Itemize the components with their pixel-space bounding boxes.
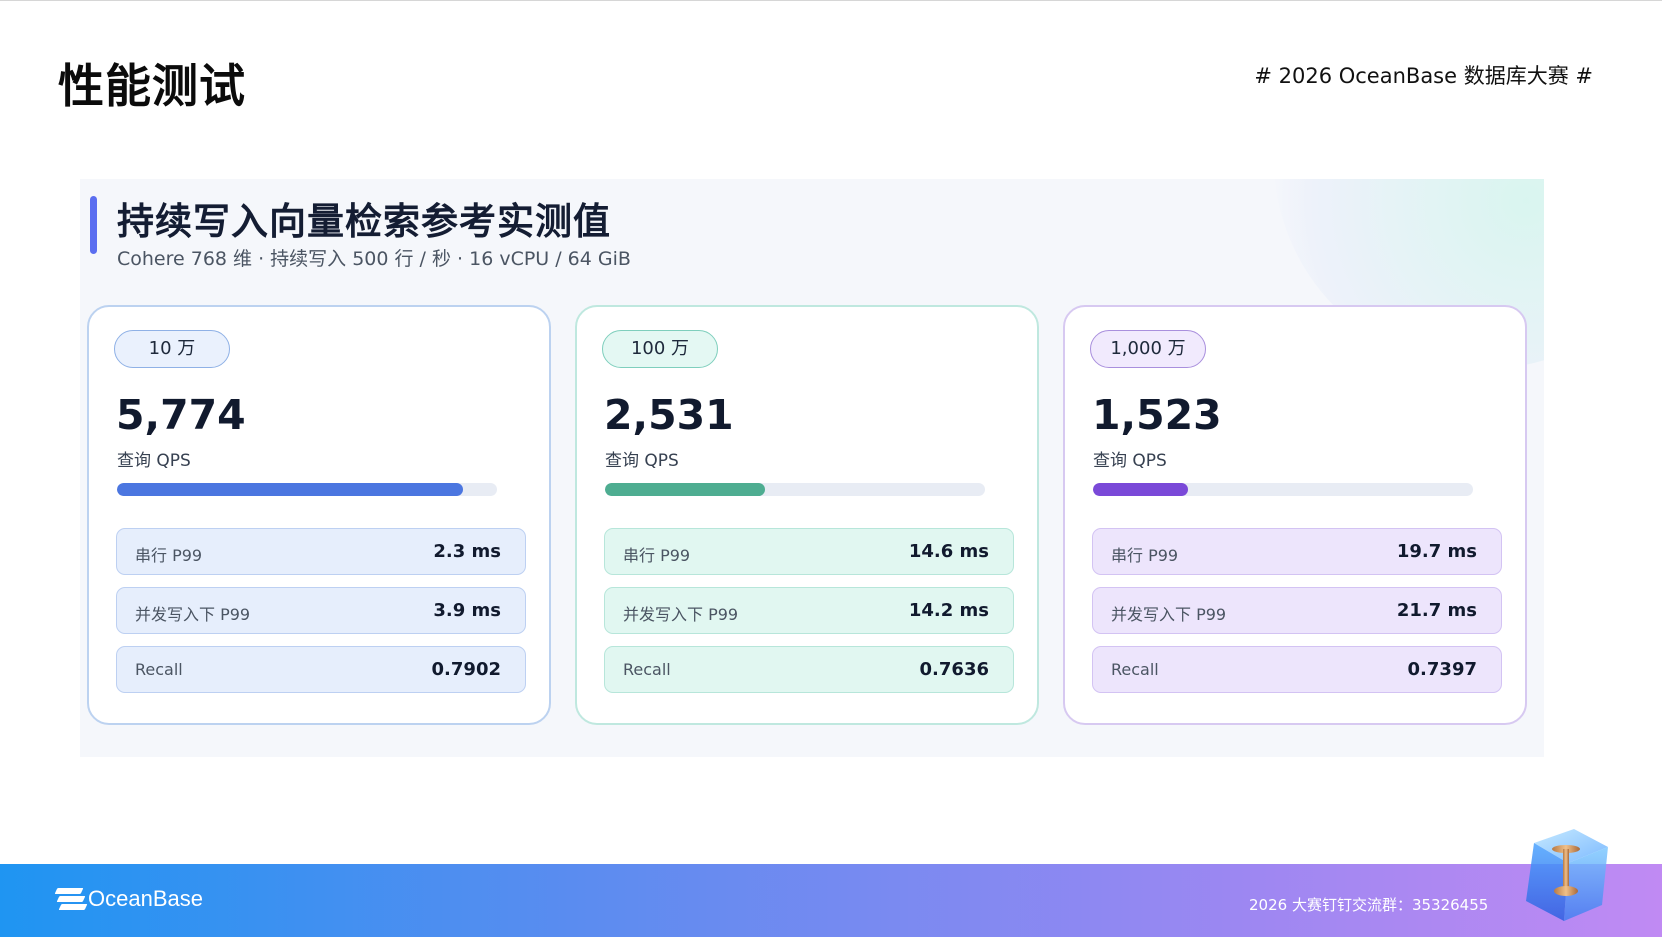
qps-label: 查询 QPS xyxy=(117,451,191,471)
metric-value: 0.7397 xyxy=(1407,659,1477,680)
panel-subtitle: Cohere 768 维 · 持续写入 500 行 / 秒 · 16 vCPU … xyxy=(117,248,631,270)
metric-row-concurrent-p99: 并发写入下 P99 14.2 ms xyxy=(604,587,1014,634)
qps-value: 5,774 xyxy=(116,391,246,439)
metric-value: 14.6 ms xyxy=(908,541,989,562)
metric-row-recall: Recall 0.7636 xyxy=(604,646,1014,693)
scale-badge: 10 万 xyxy=(114,330,230,368)
qps-progress-fill xyxy=(1093,483,1188,496)
qps-progress-track xyxy=(117,483,497,496)
metric-label: 并发写入下 P99 xyxy=(623,605,739,624)
qps-progress-track xyxy=(1093,483,1473,496)
metric-value: 0.7902 xyxy=(431,659,501,680)
oceanbase-logo: OceanBase xyxy=(54,886,203,912)
event-tag: # 2026 OceanBase 数据库大赛 # xyxy=(1254,64,1593,88)
metric-row-recall: Recall 0.7397 xyxy=(1092,646,1502,693)
metric-value: 19.7 ms xyxy=(1396,541,1477,562)
logo-text: OceanBase xyxy=(88,886,203,911)
metric-value: 3.9 ms xyxy=(433,600,501,621)
metric-label: 并发写入下 P99 xyxy=(135,605,251,624)
oceanbase-logo-icon xyxy=(54,886,88,912)
metric-label: 并发写入下 P99 xyxy=(1111,605,1227,624)
metric-label: 串行 P99 xyxy=(135,546,203,565)
qps-label: 查询 QPS xyxy=(605,451,679,471)
benchmark-panel: 持续写入向量检索参考实测值 Cohere 768 维 · 持续写入 500 行 … xyxy=(80,179,1544,757)
trophy-cube-icon xyxy=(1526,829,1608,921)
page-title: 性能测试 xyxy=(58,59,246,113)
panel-accent-bar xyxy=(90,196,97,254)
qps-progress-track xyxy=(605,483,985,496)
qps-label: 查询 QPS xyxy=(1093,451,1167,471)
qps-value: 1,523 xyxy=(1092,391,1222,439)
benchmark-card-10m: 1,000 万 1,523 查询 QPS 串行 P99 19.7 ms 并发写入… xyxy=(1063,305,1527,725)
benchmark-card-100k: 10 万 5,774 查询 QPS 串行 P99 2.3 ms 并发写入下 P9… xyxy=(87,305,551,725)
metric-row-concurrent-p99: 并发写入下 P99 21.7 ms xyxy=(1092,587,1502,634)
scale-badge: 100 万 xyxy=(602,330,718,368)
metric-value: 2.3 ms xyxy=(433,541,501,562)
top-divider xyxy=(0,0,1662,1)
metric-label: 串行 P99 xyxy=(623,546,691,565)
metric-value: 21.7 ms xyxy=(1396,600,1477,621)
footer-banner: OceanBase 2026 大赛钉钉交流群：35326455 xyxy=(0,864,1662,937)
benchmark-card-1m: 100 万 2,531 查询 QPS 串行 P99 14.6 ms 并发写入下 … xyxy=(575,305,1039,725)
metric-label: Recall xyxy=(623,660,671,679)
metric-row-concurrent-p99: 并发写入下 P99 3.9 ms xyxy=(116,587,526,634)
metric-row-serial-p99: 串行 P99 2.3 ms xyxy=(116,528,526,575)
qps-value: 2,531 xyxy=(604,391,734,439)
metric-value: 0.7636 xyxy=(919,659,989,680)
qps-progress-fill xyxy=(605,483,765,496)
metric-label: Recall xyxy=(1111,660,1159,679)
slide: 性能测试 # 2026 OceanBase 数据库大赛 # 持续写入向量检索参考… xyxy=(0,0,1662,937)
dingtalk-group-info: 2026 大赛钉钉交流群：35326455 xyxy=(1249,896,1489,914)
metric-row-serial-p99: 串行 P99 14.6 ms xyxy=(604,528,1014,575)
panel-title: 持续写入向量检索参考实测值 xyxy=(117,200,611,243)
qps-progress-fill xyxy=(117,483,463,496)
metric-row-recall: Recall 0.7902 xyxy=(116,646,526,693)
scale-badge: 1,000 万 xyxy=(1090,330,1206,368)
metric-value: 14.2 ms xyxy=(908,600,989,621)
metric-label: Recall xyxy=(135,660,183,679)
metric-label: 串行 P99 xyxy=(1111,546,1179,565)
metric-row-serial-p99: 串行 P99 19.7 ms xyxy=(1092,528,1502,575)
